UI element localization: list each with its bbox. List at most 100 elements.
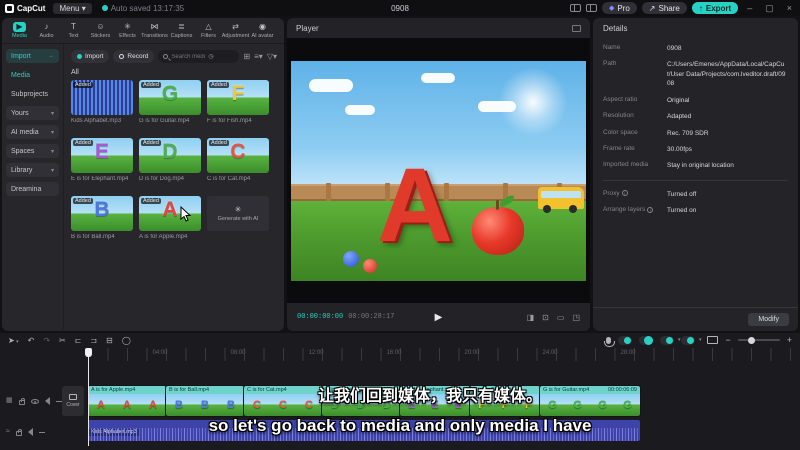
layout-toggle-icon[interactable]: [569, 4, 581, 12]
ball-blue: [343, 250, 359, 267]
school-bus: [538, 186, 584, 213]
sidebar-item-media[interactable]: Media: [6, 68, 59, 82]
auto-link-toggle[interactable]: ▾: [660, 335, 680, 345]
player-options-icon[interactable]: [572, 24, 581, 32]
sidebar-item-yours[interactable]: Yours ▾: [6, 106, 59, 120]
ratio-icon[interactable]: ▭: [557, 313, 565, 322]
generate-with-ai-tile[interactable]: ✳ Generate with AI: [207, 196, 269, 240]
search-box[interactable]: ◷: [158, 50, 240, 63]
cloud: [345, 104, 375, 115]
search-icon: [163, 54, 169, 59]
play-button[interactable]: ▶: [435, 312, 443, 323]
magnetic-snap-toggle[interactable]: [618, 335, 633, 345]
compare-icon[interactable]: ◨: [527, 313, 535, 322]
tab-filters[interactable]: △ Filters: [195, 22, 222, 39]
filter-dropdown-icon[interactable]: ▽▾: [267, 52, 277, 61]
added-badge: Added: [73, 82, 93, 88]
player-panel: Player A 00:00:00:00 00:00:28:17 ▶ ◨ ⊡ ▭…: [287, 18, 590, 331]
media-item-guitar[interactable]: Added G G is for Guitar.mp4: [139, 80, 201, 124]
detail-row-arrange-layers: Arrange layers i Turned on: [603, 206, 697, 215]
pro-button[interactable]: ◆ Pro: [601, 2, 637, 14]
audio-tab-icon: ♪: [44, 22, 49, 31]
search-input[interactable]: [171, 53, 206, 60]
tab-effects[interactable]: ✳ Effects: [114, 22, 141, 39]
media-item-cat[interactable]: Added C C is for Cat.mp4: [207, 138, 269, 182]
detail-row-aspect-ratio: Aspect ratio Original: [603, 95, 690, 104]
modify-button[interactable]: Modify: [748, 313, 789, 326]
preview-axis-toggle[interactable]: ▾: [681, 335, 701, 345]
zoom-fit-icon[interactable]: ⊡: [542, 313, 549, 322]
maximize-button[interactable]: ▢: [761, 3, 778, 14]
close-button[interactable]: ×: [783, 3, 796, 13]
sidebar-item-dreamina[interactable]: Dreamina: [6, 182, 59, 196]
filter-all-label[interactable]: All: [71, 69, 277, 76]
capcut-logo-icon: [5, 3, 14, 13]
pro-diamond-icon: ◆: [608, 5, 615, 12]
fullscreen-icon[interactable]: ◳: [572, 313, 580, 322]
tab-captions[interactable]: ≣ Captions: [168, 22, 195, 39]
total-timecode: 00:00:28:17: [348, 313, 395, 321]
media-library-panel: ▶ Media ♪ Audio T Text ☺ Stickers ✳ Effects ⋈…: [2, 18, 284, 331]
timeline-ruler[interactable]: 04:00 08:00 12:00 16:00 20:00 24:00 28:0…: [88, 348, 800, 361]
media-item-elephant[interactable]: Added E E is for Elephant.mp4: [71, 138, 133, 182]
sidebar-item-library[interactable]: Library ▾: [6, 163, 59, 177]
grid-view-icon[interactable]: ⊞: [243, 52, 250, 61]
voiceover-mic-icon[interactable]: [604, 336, 616, 347]
media-item-audio[interactable]: Added Kids Alphabet.mp3: [71, 80, 133, 124]
tab-text[interactable]: T Text: [60, 22, 87, 39]
split-icon[interactable]: ✂: [59, 336, 66, 345]
timeline-zoom-slider[interactable]: [737, 336, 780, 344]
redo-icon[interactable]: ↷: [43, 336, 50, 345]
ball-red: [363, 258, 377, 273]
chevron-down-icon: ▾: [50, 129, 54, 136]
tab-audio[interactable]: ♪ Audio: [33, 22, 60, 39]
tab-ai-avatar[interactable]: ◉ AI avatar: [249, 22, 276, 39]
effects-tab-icon: ✳: [124, 22, 131, 31]
ribbon-tabs: ▶ Media ♪ Audio T Text ☺ Stickers ✳ Effects ⋈…: [2, 18, 284, 44]
import-button[interactable]: Import: [71, 50, 110, 63]
media-item-dog[interactable]: Added D D is for Dog.mp4: [139, 138, 201, 182]
titlebar: CapCut Menu ▾ Auto saved 13:17:35 0908 ◆…: [0, 0, 800, 16]
trim-right-icon[interactable]: ⊐: [90, 336, 97, 345]
sort-dropdown-icon[interactable]: ≡▾: [254, 52, 263, 61]
tab-transitions[interactable]: ⋈ Transitions: [141, 22, 168, 39]
text-tab-icon: T: [71, 22, 76, 31]
panel-layout-icon[interactable]: [585, 4, 597, 12]
media-grid-area: Import Record ◷ ⊞ ≡▾ ▽▾ All Added Kids: [64, 44, 284, 330]
zoom-in-icon[interactable]: +: [787, 335, 792, 345]
minimize-button[interactable]: –: [743, 3, 756, 13]
delete-icon[interactable]: ⊟: [106, 336, 113, 345]
sidebar-item-import[interactable]: Import →: [6, 49, 59, 63]
capcut-window: CapCut Menu ▾ Auto saved 13:17:35 0908 ◆…: [0, 0, 800, 450]
adjust-display-icon[interactable]: [707, 336, 719, 344]
undo-icon[interactable]: ↶: [28, 336, 35, 345]
chevron-down-icon: ▾: [50, 167, 54, 174]
select-tool-icon[interactable]: ➤ ▾: [8, 336, 19, 345]
search-filter-icon[interactable]: ◷: [208, 53, 213, 60]
scene-letter: A: [377, 146, 453, 264]
sidebar-item-spaces[interactable]: Spaces ▾: [6, 144, 59, 158]
tab-stickers[interactable]: ☺ Stickers: [87, 22, 114, 39]
chevron-down-icon: ▾: [50, 148, 54, 155]
record-button[interactable]: Record: [113, 50, 155, 63]
main-track-magnet-toggle[interactable]: [639, 335, 654, 345]
trim-left-icon[interactable]: ⊏: [75, 336, 82, 345]
ball-yellow: [383, 256, 395, 268]
detail-row-path: Path C:/Users/Emenes/AppData/Local/CapCut…: [603, 60, 786, 88]
adjustment-tab-icon: ⇄: [232, 22, 239, 31]
menu-button[interactable]: Menu ▾: [53, 2, 92, 14]
sidebar-item-ai-media[interactable]: AI media ▾: [6, 125, 59, 139]
media-item-ball[interactable]: Added B B is for Ball.mp4: [71, 196, 133, 240]
app-logo[interactable]: CapCut: [5, 3, 45, 13]
export-button[interactable]: ↑ Export: [691, 2, 739, 14]
freeze-frame-icon[interactable]: ◯: [122, 336, 131, 345]
timeline-toolbar: ➤ ▾ ↶ ↷ ✂ ⊏ ⊐ ⊟ ◯ ▾ ▾ − +: [0, 333, 800, 348]
media-item-fish[interactable]: Added F F is for Fish.mp4: [207, 80, 269, 124]
tab-adjustment[interactable]: ⇄ Adjustment: [222, 22, 250, 39]
tab-media[interactable]: ▶ Media: [6, 22, 33, 39]
ai-avatar-tab-icon: ◉: [259, 22, 266, 31]
share-button[interactable]: ↗ Share: [641, 2, 687, 14]
zoom-out-icon[interactable]: −: [725, 335, 730, 345]
info-icon: i: [621, 190, 628, 197]
sidebar-item-subprojects[interactable]: Subprojects: [6, 87, 59, 101]
